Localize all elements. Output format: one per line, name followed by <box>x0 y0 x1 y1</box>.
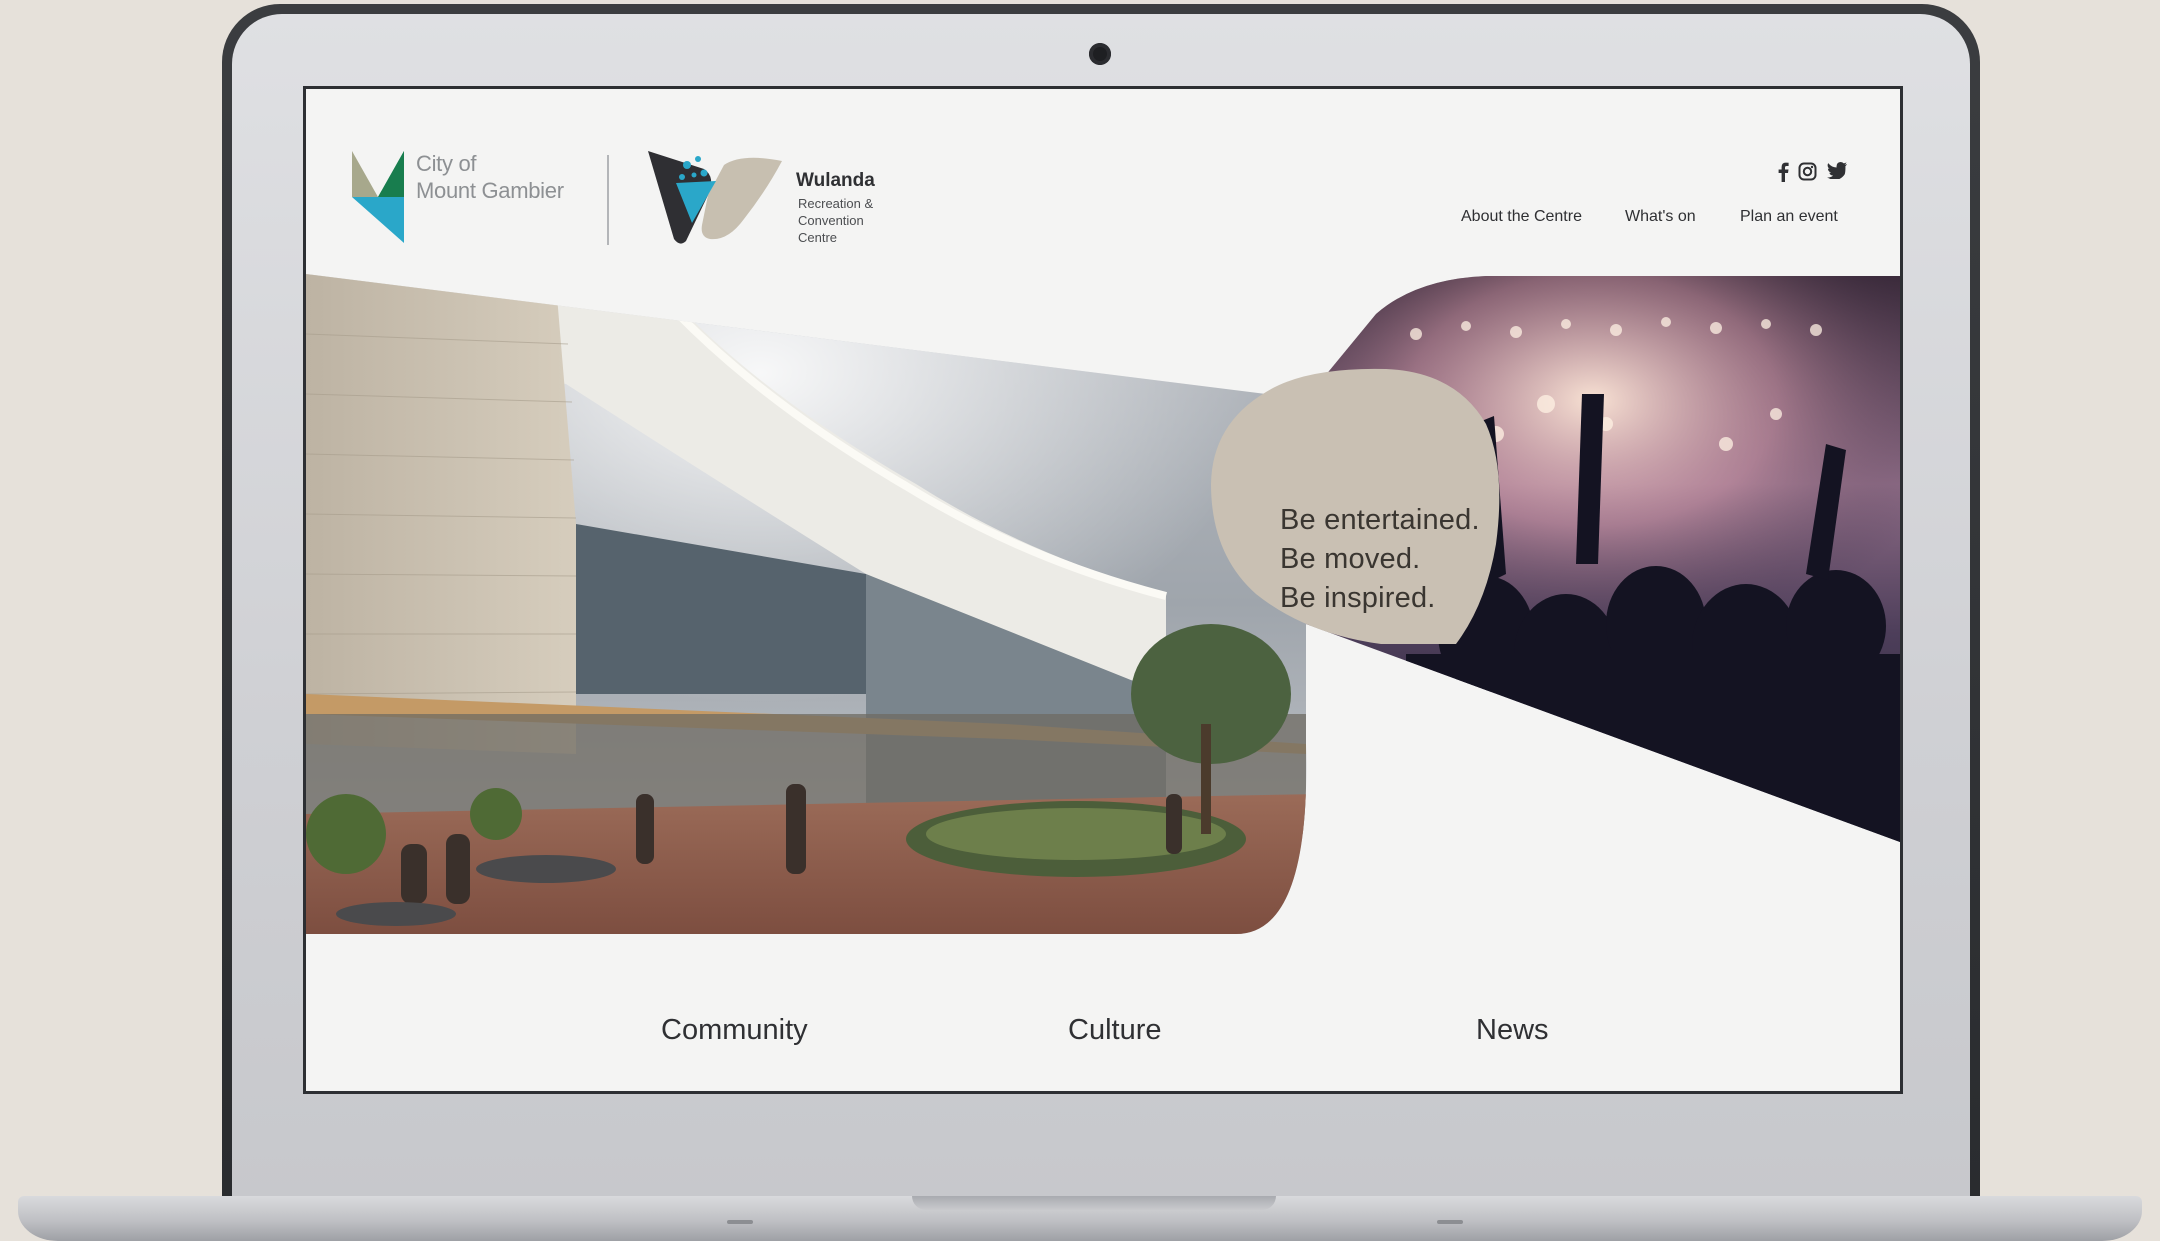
site-header: City of Mount Gambier Wulanda Recreation… <box>306 89 1900 274</box>
laptop-foot-right <box>1437 1220 1463 1224</box>
wulanda-subtitle: Recreation & Convention Centre <box>798 195 873 246</box>
hero-banner: Be entertained. Be moved. Be inspired. <box>306 274 1900 934</box>
tagline-line: Be moved. <box>1280 543 1421 575</box>
laptop-foot-left <box>727 1220 753 1224</box>
hero-tagline: Be entertained. Be moved. Be inspired. <box>1280 501 1480 618</box>
hero-artwork <box>306 274 1900 934</box>
twitter-icon[interactable] <box>1827 162 1847 184</box>
website-screen: City of Mount Gambier Wulanda Recreation… <box>303 86 1903 1094</box>
category-culture[interactable]: Culture <box>1068 1014 1162 1047</box>
city-logo-line1: City of <box>416 151 477 176</box>
nav-plan-an-event[interactable]: Plan an event <box>1740 208 1838 226</box>
tagline-line: Be entertained. <box>1280 504 1480 536</box>
city-of-mount-gambier-wordmark[interactable]: City of Mount Gambier <box>416 150 564 204</box>
wulanda-subtitle-line: Recreation & <box>798 196 874 211</box>
wulanda-logo-icon[interactable] <box>646 147 786 247</box>
logo-divider <box>607 155 609 245</box>
wulanda-subtitle-line: Centre <box>798 230 838 245</box>
laptop-hinge-notch <box>912 1196 1276 1210</box>
category-news[interactable]: News <box>1476 1014 1549 1047</box>
facebook-icon[interactable] <box>1777 162 1789 184</box>
category-community[interactable]: Community <box>661 1014 808 1047</box>
city-of-mount-gambier-logo-icon[interactable] <box>352 151 404 243</box>
webcam <box>1089 43 1111 65</box>
instagram-icon[interactable] <box>1798 162 1817 184</box>
nav-whats-on[interactable]: What's on <box>1625 208 1696 226</box>
nav-about-the-centre[interactable]: About the Centre <box>1461 208 1582 226</box>
wulanda-subtitle-line: Convention <box>798 213 864 228</box>
tagline-line: Be inspired. <box>1280 582 1436 614</box>
wulanda-title: Wulanda <box>796 170 875 191</box>
city-logo-line2: Mount Gambier <box>416 178 564 203</box>
